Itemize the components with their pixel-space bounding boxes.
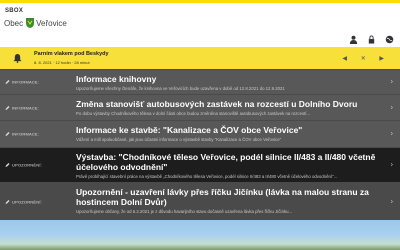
list-item[interactable]: INFORMACE: Změna stanovišť autobusových …	[0, 94, 400, 120]
item-tag: UPOZORNĚNÍ:	[5, 163, 42, 168]
pencil-icon	[5, 105, 10, 110]
news-list: INFORMACE: Informace knihovny Upozorňuje…	[0, 69, 400, 220]
pencil-icon	[5, 199, 10, 204]
notice-title[interactable]: Parním vlakem pod Beskydy	[34, 51, 109, 57]
item-title[interactable]: Upozornění - uzavření lávky přes říčku J…	[76, 187, 382, 207]
item-text: Právě probíhající stavební práce na výst…	[76, 174, 338, 179]
item-text: Po dobu výstavby Chodníkového tělesa v d…	[76, 111, 311, 116]
top-accent-line	[0, 0, 400, 3]
globe-icon[interactable]	[385, 31, 394, 44]
lock-icon[interactable]	[367, 31, 376, 44]
background-photo	[0, 220, 400, 250]
list-item[interactable]: UPOZORNĚNÍ: Výstavba: "Chodníkové těleso…	[0, 147, 400, 182]
item-tag: INFORMACE:	[5, 105, 39, 110]
item-tag: INFORMACE:	[5, 80, 39, 85]
chevron-right-icon: ›	[390, 78, 393, 86]
chevron-right-icon: ›	[390, 104, 393, 111]
item-tag: INFORMACE:	[5, 132, 39, 137]
item-text: Upozorňujeme všechny čtenáře, že knihovn…	[76, 86, 285, 91]
item-text: Vážení a milí spoluobčané, jak jsou účas…	[76, 137, 282, 142]
notice-subtitle: 8. 8. 2021 · 12 hodin · 28 minut	[34, 60, 90, 65]
list-item[interactable]: INFORMACE: Informace ke stavbě: "Kanaliz…	[0, 120, 400, 147]
chevron-right-icon: ›	[390, 198, 393, 205]
obec-name: Veřovice	[36, 18, 67, 28]
sbox-label[interactable]: SBOX	[5, 8, 23, 14]
pencil-icon	[5, 80, 10, 84]
item-title[interactable]: Výstavba: "Chodníkové těleso Veřovice, p…	[76, 152, 382, 172]
chevron-right-icon: ›	[390, 161, 393, 169]
pencil-icon	[5, 132, 10, 136]
notice-controls[interactable]: ◀ ✕ ▶	[342, 55, 390, 62]
site-logo[interactable]: Obec Veřovice	[4, 17, 67, 29]
list-item[interactable]: INFORMACE: Informace knihovny Upozorňuje…	[0, 69, 400, 94]
list-item[interactable]: UPOZORNĚNÍ: Upozornění - uzavření lávky …	[0, 182, 400, 220]
site-header: SBOX Obec Veřovice	[0, 0, 400, 44]
pencil-icon	[5, 163, 10, 167]
item-title[interactable]: Informace knihovny	[76, 74, 382, 84]
item-title[interactable]: Informace ke stavbě: "Kanalizace a ČOV o…	[76, 125, 382, 135]
obec-label: Obec	[4, 18, 24, 28]
chevron-right-icon: ›	[390, 130, 393, 138]
item-tag: UPOZORNĚNÍ:	[5, 199, 42, 204]
user-icon[interactable]	[349, 31, 358, 44]
header-icons	[349, 31, 394, 44]
item-title[interactable]: Změna stanovišť autobusových zastávek na…	[76, 99, 382, 109]
notice-bar[interactable]: Parním vlakem pod Beskydy 8. 8. 2021 · 1…	[0, 47, 400, 69]
bell-icon	[13, 53, 22, 63]
item-text: Upozorňujeme občany, že od 5.2.2021 je z…	[76, 209, 293, 214]
crest-icon	[26, 18, 35, 28]
